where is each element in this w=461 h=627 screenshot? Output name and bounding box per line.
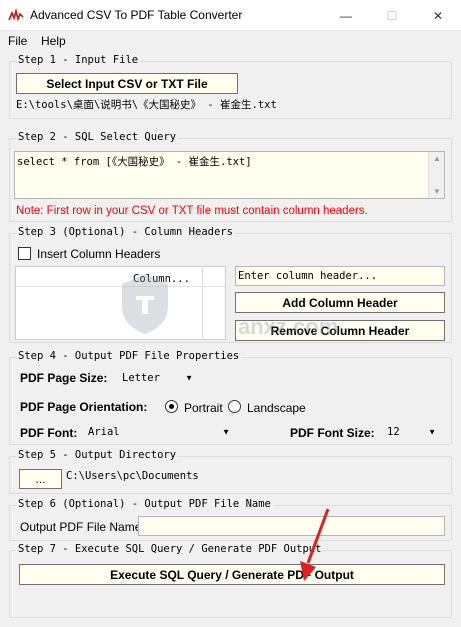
pdf-font-label: PDF Font: (20, 426, 78, 440)
title-bar: Advanced CSV To PDF Table Converter — ☐ … (0, 0, 461, 31)
output-directory-path: C:\Users\pc\Documents (66, 470, 199, 482)
column-header-note: Note: First row in your CSV or TXT file … (16, 205, 368, 217)
maximize-button[interactable]: ☐ (369, 0, 415, 31)
pdf-font-size-select[interactable]: 12 ▼ (385, 422, 440, 441)
step6-legend: Step 6 (Optional) - Output PDF File Name (16, 498, 273, 510)
step5-group: Step 5 - Output Directory ... C:\Users\p… (9, 449, 452, 494)
portrait-radio[interactable] (165, 400, 178, 413)
step1-group: Step 1 - Input File Select Input CSV or … (9, 54, 452, 119)
chevron-down-icon: ▼ (428, 427, 436, 436)
scroll-down-icon: ▼ (433, 187, 441, 196)
sql-query-text: select * from [《大国秘史》 - 崔金生.txt] (17, 156, 252, 168)
watermark-text: anxz.com (238, 314, 339, 339)
query-scrollbar[interactable]: ▲ ▼ (428, 152, 444, 198)
browse-directory-button[interactable]: ... (19, 469, 62, 489)
step6-group: Step 6 (Optional) - Output PDF File Name… (9, 498, 452, 541)
menu-help[interactable]: Help (41, 34, 66, 48)
chevron-down-icon: ▼ (222, 427, 230, 436)
step5-legend: Step 5 - Output Directory (16, 449, 179, 461)
watermark: anxz.com (118, 272, 358, 342)
insert-headers-checkbox[interactable] (18, 247, 31, 260)
portrait-label: Portrait (184, 401, 223, 415)
select-input-file-button[interactable]: Select Input CSV or TXT File (16, 73, 238, 94)
page-orientation-label: PDF Page Orientation: (20, 400, 148, 414)
menu-bar: File Help (0, 31, 461, 51)
window-title: Advanced CSV To PDF Table Converter (30, 8, 243, 22)
pdf-font-value: Arial (88, 426, 120, 438)
minimize-button[interactable]: — (323, 0, 369, 31)
input-file-path: E:\tools\桌面\说明书\《大国秘史》 - 崔金生.txt (16, 99, 277, 111)
output-file-name-label: Output PDF File Name: (20, 520, 145, 534)
landscape-label: Landscape (247, 401, 306, 415)
menu-file[interactable]: File (8, 34, 27, 48)
step7-legend: Step 7 - Execute SQL Query / Generate PD… (16, 543, 324, 555)
step4-legend: Step 4 - Output PDF File Properties (16, 350, 242, 362)
insert-headers-label: Insert Column Headers (37, 247, 161, 261)
landscape-radio[interactable] (228, 400, 241, 413)
app-logo-icon (8, 8, 24, 22)
step3-legend: Step 3 (Optional) - Column Headers (16, 226, 235, 238)
step2-legend: Step 2 - SQL Select Query (16, 131, 179, 143)
red-arrow-icon (300, 508, 330, 581)
close-button[interactable]: ✕ (415, 0, 461, 31)
pdf-font-select[interactable]: Arial ▼ (86, 422, 234, 441)
execute-generate-pdf-button[interactable]: Execute SQL Query / Generate PDF Output (19, 564, 445, 585)
page-size-value: Letter (122, 372, 160, 384)
chevron-down-icon: ▼ (185, 373, 193, 382)
minimize-icon: — (340, 8, 352, 23)
page-size-label: PDF Page Size: (20, 371, 108, 385)
shield-logo-icon (122, 274, 168, 334)
step7-group: Step 7 - Execute SQL Query / Generate PD… (9, 543, 452, 618)
pdf-font-size-label: PDF Font Size: (290, 426, 375, 440)
maximize-icon: ☐ (386, 8, 398, 23)
scroll-up-icon: ▲ (433, 154, 441, 163)
page-size-select[interactable]: Letter ▼ (120, 368, 197, 387)
close-icon: ✕ (432, 8, 444, 23)
pdf-font-size-value: 12 (387, 426, 400, 438)
step1-legend: Step 1 - Input File (16, 54, 141, 66)
sql-query-textarea[interactable]: select * from [《大国秘史》 - 崔金生.txt] ▲ ▼ (14, 151, 445, 199)
step2-group: Step 2 - SQL Select Query select * from … (9, 131, 452, 222)
step4-group: Step 4 - Output PDF File Properties PDF … (9, 350, 452, 445)
